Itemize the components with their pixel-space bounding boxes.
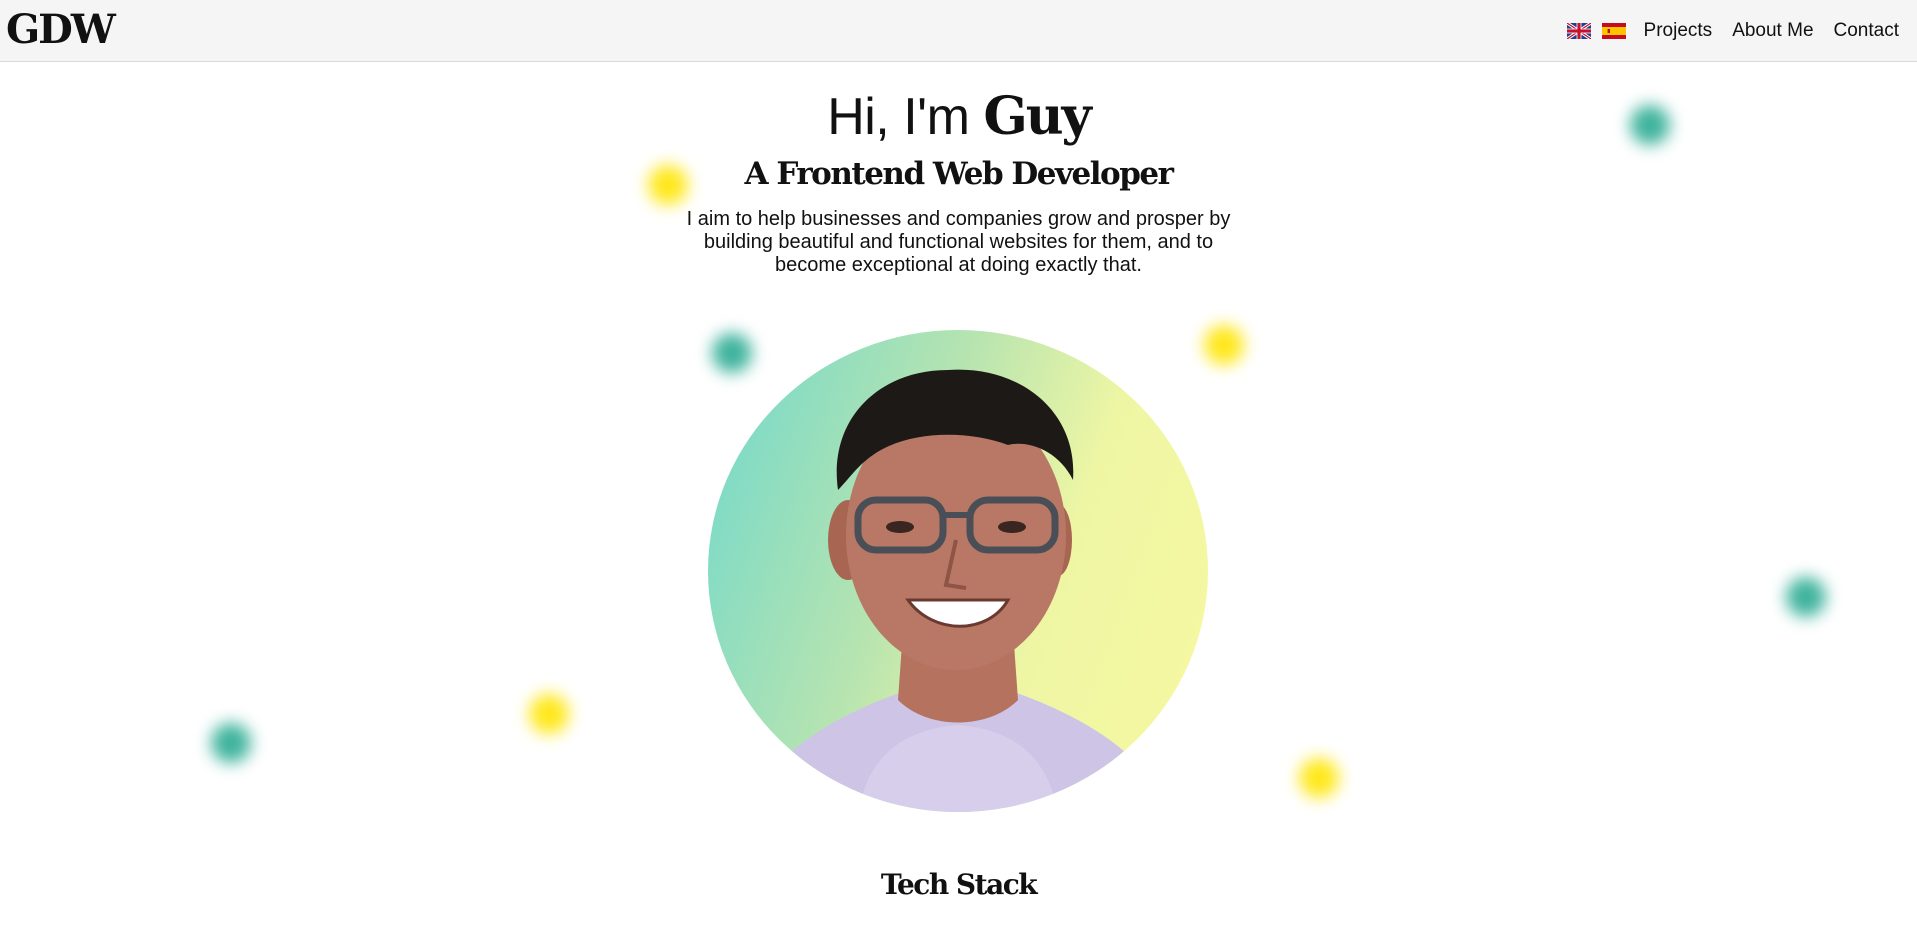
decorative-dot bbox=[211, 723, 251, 763]
navbar: GDW Projects About Me Contact bbox=[0, 0, 1917, 62]
hero-name: Guy bbox=[983, 86, 1091, 147]
nav-link-contact[interactable]: Contact bbox=[1834, 20, 1899, 42]
profile-photo bbox=[708, 330, 1208, 812]
hero-title: Hi, I'm Guy bbox=[0, 86, 1917, 147]
tech-stack-heading: Tech Stack bbox=[880, 868, 1038, 901]
uk-flag-icon[interactable] bbox=[1566, 23, 1591, 39]
decorative-dot bbox=[1204, 325, 1244, 365]
hero-subtitle: A Frontend Web Developer bbox=[744, 156, 1174, 192]
person-illustration bbox=[748, 369, 1168, 812]
decorative-dot bbox=[1299, 758, 1339, 798]
spain-flag-icon[interactable] bbox=[1601, 23, 1626, 39]
decorative-dot bbox=[529, 694, 569, 734]
site-logo[interactable]: GDW bbox=[6, 6, 116, 53]
nav-link-about-me[interactable]: About Me bbox=[1732, 20, 1813, 42]
nav-link-projects[interactable]: Projects bbox=[1644, 20, 1713, 42]
hero-description: I aim to help businesses and companies g… bbox=[686, 208, 1231, 276]
hero-greeting: Hi, I'm bbox=[827, 88, 984, 146]
decorative-dot bbox=[1786, 577, 1826, 617]
nav-menu: Projects About Me Contact bbox=[1566, 0, 1899, 62]
